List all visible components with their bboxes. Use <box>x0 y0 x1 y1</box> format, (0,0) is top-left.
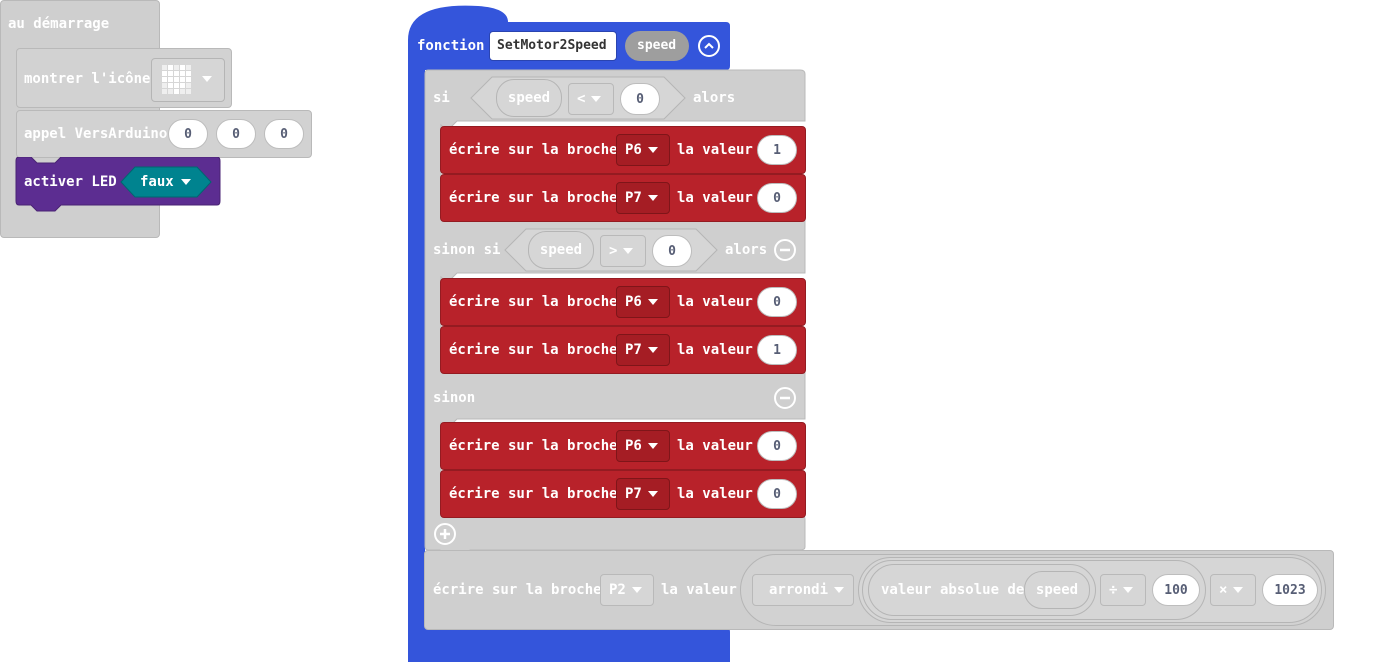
analog-pin-dropdown[interactable]: P2 <box>600 574 654 606</box>
cond1-var[interactable]: speed <box>496 79 562 117</box>
cond1-value[interactable]: 0 <box>620 83 660 115</box>
remove-icon[interactable] <box>774 239 796 261</box>
chevron-down-icon <box>647 443 658 449</box>
round-dropdown[interactable]: arrondi <box>752 574 854 606</box>
cond2-var[interactable]: speed <box>528 231 594 269</box>
multiply-operator[interactable]: × <box>1210 574 1256 606</box>
divide-operator-label: ÷ <box>1109 582 1118 598</box>
then-label-2: alors <box>725 242 768 258</box>
value-input[interactable]: 0 <box>757 479 797 509</box>
write-label: écrire sur la broche <box>449 342 618 358</box>
led-enable-label: activer LED <box>24 174 117 190</box>
show-icon-label: montrer l'icône <box>24 71 151 87</box>
divide-operator[interactable]: ÷ <box>1100 574 1146 606</box>
chevron-down-icon <box>834 587 845 593</box>
cond2-var-label: speed <box>539 242 583 258</box>
value-input[interactable]: 1 <box>757 135 797 165</box>
cond2-operator[interactable]: > <box>600 235 646 267</box>
led-value-label: faux <box>140 174 174 190</box>
analog-value-label: la valeur <box>661 582 737 598</box>
call-arg-2[interactable]: 0 <box>216 119 256 149</box>
else-if-label: sinon si <box>433 242 501 258</box>
pin-dropdown[interactable]: P7 <box>616 182 670 214</box>
pin-label: P6 <box>625 142 642 158</box>
divisor-input[interactable]: 100 <box>1152 574 1200 606</box>
value-input[interactable]: 1 <box>757 335 797 365</box>
remove-icon[interactable] <box>774 387 796 409</box>
value-label: la valeur <box>677 486 753 502</box>
then-label-1: alors <box>693 90 736 106</box>
value-label: la valeur <box>677 294 753 310</box>
call-label: appel VersArduino <box>24 126 168 142</box>
analog-pin-label: P2 <box>609 582 626 598</box>
pin-dropdown[interactable]: P6 <box>616 286 670 318</box>
write-label: écrire sur la broche <box>449 294 618 310</box>
chevron-down-icon <box>1123 587 1134 593</box>
chevron-down-icon <box>1233 587 1244 593</box>
on-start-label: au démarrage <box>8 16 110 32</box>
multiply-operator-label: × <box>1219 582 1228 598</box>
pin-dropdown[interactable]: P6 <box>616 134 670 166</box>
write-label: écrire sur la broche <box>449 486 618 502</box>
abs-var[interactable]: speed <box>1024 571 1090 609</box>
chevron-down-icon <box>623 248 634 254</box>
value-label: la valeur <box>677 190 753 206</box>
chevron-down-icon <box>647 195 658 201</box>
value-label: la valeur <box>677 142 753 158</box>
chevron-down-icon <box>631 587 642 593</box>
add-icon[interactable] <box>434 523 456 545</box>
cond2-value[interactable]: 0 <box>652 235 692 267</box>
multiplier-input[interactable]: 1023 <box>1262 574 1318 606</box>
pin-dropdown[interactable]: P6 <box>616 430 670 462</box>
value-label: la valeur <box>677 342 753 358</box>
cond2-operator-label: > <box>609 243 618 259</box>
abs-label: valeur absolue de <box>881 582 1025 598</box>
collapse-icon[interactable] <box>698 35 720 57</box>
analog-write-label: écrire sur la broche <box>433 582 602 598</box>
chevron-down-icon <box>202 76 212 82</box>
chevron-down-icon <box>647 347 658 353</box>
cond1-operator-label: < <box>577 91 586 107</box>
if-label: si <box>433 90 450 106</box>
function-param-label: speed <box>637 38 677 53</box>
value-input[interactable]: 0 <box>757 287 797 317</box>
else-label: sinon <box>433 390 476 406</box>
chevron-down-icon <box>181 179 191 185</box>
write-label: écrire sur la broche <box>449 438 618 454</box>
call-arg-3[interactable]: 0 <box>264 119 304 149</box>
chevron-down-icon <box>647 491 658 497</box>
pin-dropdown[interactable]: P7 <box>616 478 670 510</box>
pin-label: P7 <box>625 190 642 206</box>
write-label: écrire sur la broche <box>449 190 618 206</box>
write-label: écrire sur la broche <box>449 142 618 158</box>
pin-label: P7 <box>625 486 642 502</box>
heart-icon <box>162 65 191 94</box>
chevron-down-icon <box>647 147 658 153</box>
call-arg-1[interactable]: 0 <box>168 119 208 149</box>
chevron-down-icon <box>647 299 658 305</box>
function-keyword: fonction <box>417 38 485 54</box>
round-label: arrondi <box>769 582 829 598</box>
cond1-var-label: speed <box>507 90 551 106</box>
value-input[interactable]: 0 <box>757 431 797 461</box>
cond1-operator[interactable]: < <box>568 83 614 115</box>
pin-dropdown[interactable]: P7 <box>616 334 670 366</box>
function-name: SetMotor2Speed <box>497 38 607 53</box>
abs-var-label: speed <box>1035 582 1079 598</box>
value-label: la valeur <box>677 438 753 454</box>
pin-label: P7 <box>625 342 642 358</box>
pin-label: P6 <box>625 438 642 454</box>
pin-label: P6 <box>625 294 642 310</box>
value-input[interactable]: 0 <box>757 183 797 213</box>
icon-picker[interactable] <box>151 58 225 102</box>
chevron-down-icon <box>591 96 602 102</box>
